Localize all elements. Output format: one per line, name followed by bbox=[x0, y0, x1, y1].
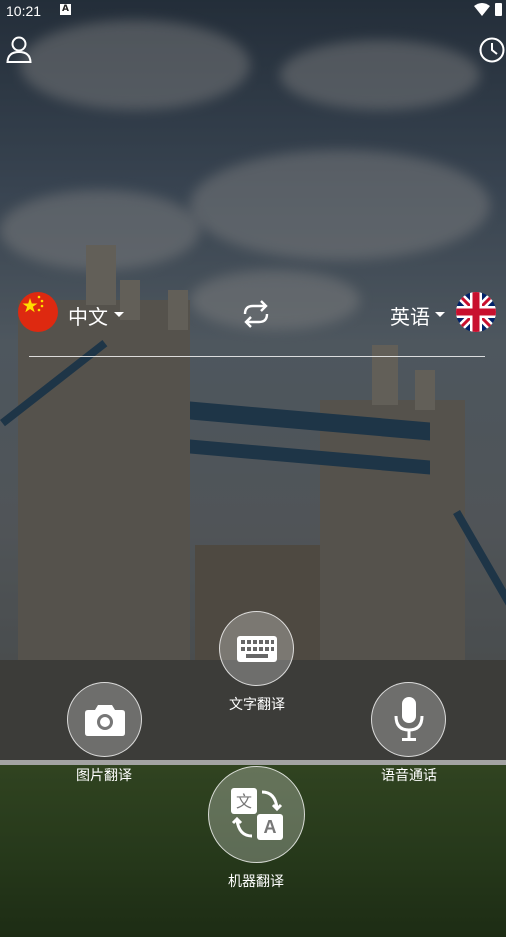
keyboard-icon bbox=[237, 636, 277, 662]
source-language-label[interactable]: 中文 bbox=[68, 301, 108, 330]
voice-call-label: 语音通话 bbox=[381, 768, 437, 784]
status-time: 10:21 bbox=[6, 3, 42, 19]
translate-icon: 文 A bbox=[231, 788, 283, 840]
microphone-icon bbox=[394, 697, 424, 741]
uk-flag-icon[interactable] bbox=[456, 292, 496, 332]
image-translation-label: 图片翻译 bbox=[76, 768, 132, 784]
target-language-label[interactable]: 英语 bbox=[390, 301, 430, 330]
image-translation-button[interactable] bbox=[67, 682, 142, 757]
wifi-icon bbox=[474, 3, 490, 16]
language-selector: 中文 英语 bbox=[0, 290, 506, 338]
voice-call-button[interactable] bbox=[371, 682, 446, 757]
person-icon[interactable] bbox=[6, 36, 32, 64]
chevron-down-icon[interactable] bbox=[435, 312, 445, 317]
notification-badge: A bbox=[60, 4, 71, 15]
text-translation-label: 文字翻译 bbox=[229, 697, 285, 713]
divider bbox=[29, 356, 485, 357]
chevron-down-icon[interactable] bbox=[114, 312, 124, 317]
svg-text:文: 文 bbox=[236, 792, 252, 811]
machine-translation-button[interactable]: 文 A bbox=[208, 766, 305, 863]
status-bar: 10:21 A bbox=[0, 0, 506, 22]
svg-text:A: A bbox=[264, 817, 277, 837]
camera-icon bbox=[85, 705, 125, 736]
battery-icon bbox=[495, 3, 502, 16]
machine-translation-label: 机器翻译 bbox=[228, 874, 284, 890]
clock-history-icon[interactable] bbox=[478, 36, 506, 64]
china-flag-icon[interactable] bbox=[18, 292, 58, 332]
swap-icon[interactable] bbox=[240, 300, 272, 328]
text-translation-button[interactable] bbox=[219, 611, 294, 686]
